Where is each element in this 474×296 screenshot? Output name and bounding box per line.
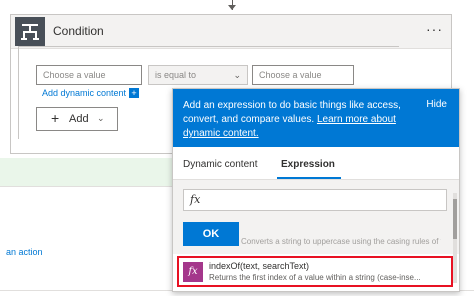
chevron-down-icon: ⌄: [97, 113, 105, 123]
condition-icon: [15, 17, 45, 46]
tab-expression[interactable]: Expression: [281, 159, 335, 170]
left-value-input[interactable]: Choose a value: [36, 65, 142, 85]
add-action-link[interactable]: an action: [6, 247, 43, 257]
hide-button[interactable]: Hide: [426, 99, 447, 110]
add-button-label: Add: [69, 113, 89, 125]
add-button[interactable]: + Add ⌄: [36, 107, 118, 131]
plus-icon: +: [51, 110, 60, 126]
condition-header[interactable]: Condition ···: [11, 15, 451, 49]
divider: [0, 186, 175, 187]
add-dynamic-content-link[interactable]: Add dynamic content: [42, 88, 126, 98]
add-dynamic-content-icon[interactable]: +: [129, 88, 139, 98]
expression-input[interactable]: fx: [183, 189, 447, 211]
branch-header: [0, 158, 175, 186]
function-name: indexOf(text, searchText): [209, 261, 310, 271]
function-list-item[interactable]: fx indexOf(text, searchText) Returns the…: [177, 256, 453, 287]
function-description: Returns the first index of a value withi…: [209, 273, 421, 282]
function-icon: fx: [183, 262, 203, 282]
flow-arrow-icon: [228, 5, 236, 10]
scrollbar-thumb[interactable]: [453, 199, 457, 239]
popup-description: Add an expression to do basic things lik…: [183, 99, 411, 141]
tab-dynamic-content[interactable]: Dynamic content: [183, 159, 257, 170]
operator-label: is equal to: [155, 70, 197, 80]
popup-header: Add an expression to do basic things lik…: [173, 89, 459, 147]
operator-select[interactable]: is equal to ⌄: [148, 65, 248, 85]
fx-icon: fx: [190, 193, 201, 206]
chevron-down-icon: ⌄: [233, 70, 241, 80]
right-value-input[interactable]: Choose a value: [252, 65, 354, 85]
condition-title: Condition: [53, 24, 104, 38]
more-options-icon[interactable]: ···: [426, 21, 443, 37]
ok-button[interactable]: OK: [183, 222, 239, 246]
expression-popup: Add an expression to do basic things lik…: [172, 88, 460, 292]
function-list-partial-row: Converts a string to uppercase using the…: [241, 237, 441, 246]
